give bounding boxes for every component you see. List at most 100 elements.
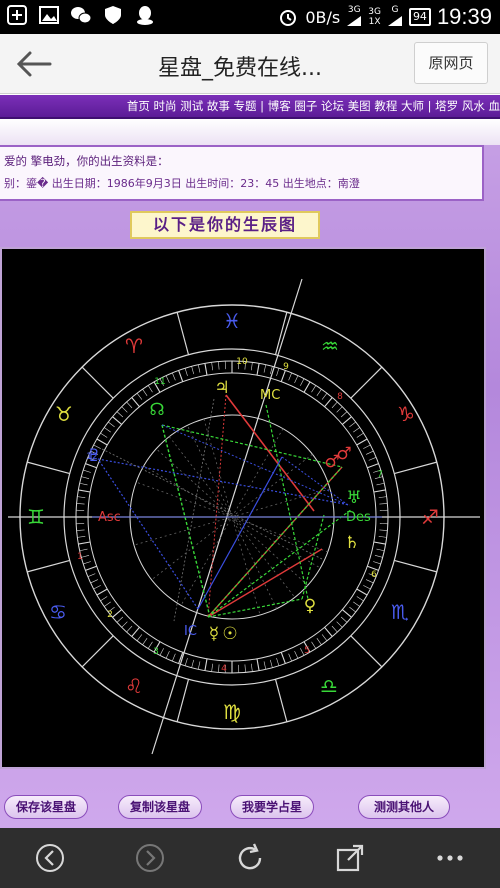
refresh-icon: [238, 843, 262, 870]
network-speed: 0B/s: [305, 7, 341, 27]
scorpio-icon: ♏: [391, 600, 409, 624]
share-icon: [336, 844, 364, 872]
degree-tick: [116, 616, 124, 623]
house-number: 9: [283, 362, 289, 372]
degree-tick: [378, 496, 387, 498]
natal-chart: ♓ ♒ ♑ ♐ ♏ ♎ ♍ ♌ ♋ ♊ ♉ ♈ 1 2 3 4 5 6 7 8 …: [0, 247, 486, 769]
site-nav-links[interactable]: 首页 时尚 测试 故事 专题 | 博客 圈子 论坛 美图 教程 大师 | 塔罗 …: [127, 98, 500, 114]
degree-tick: [356, 588, 368, 596]
web-content[interactable]: 首页 时尚 测试 故事 专题 | 博客 圈子 论坛 美图 教程 大师 | 塔罗 …: [0, 95, 500, 828]
degree-tick: [321, 393, 328, 400]
share-button[interactable]: [330, 840, 370, 876]
house-cusps: [8, 278, 480, 755]
degree-tick: [147, 385, 153, 393]
aspect-line: [207, 394, 227, 618]
natal-chart-wheel: ♓ ♒ ♑ ♐ ♏ ♎ ♍ ♌ ♋ ♊ ♉ ♈ 1 2 3 4 5 6 7 8 …: [8, 278, 480, 755]
degree-tick: [251, 362, 253, 371]
degree-tick: [112, 609, 123, 618]
more-button[interactable]: [430, 840, 470, 876]
venus-icon: ♀: [304, 596, 316, 616]
save-chart-button[interactable]: 保存该星盘: [4, 795, 88, 819]
site-nav: 首页 时尚 测试 故事 专题 | 博客 圈子 论坛 美图 教程 大师 | 塔罗 …: [0, 95, 500, 119]
pluto-icon: ♇: [86, 446, 101, 466]
qq-icon: [134, 4, 156, 26]
degree-tick: [366, 450, 374, 455]
house-number: 6: [371, 570, 377, 580]
mars-retro-icon: ♂: [324, 452, 339, 472]
degree-tick: [197, 661, 201, 670]
degree-tick: [311, 641, 317, 649]
sign-divider: [274, 679, 288, 722]
degree-tick: [324, 397, 333, 408]
nav-back-button[interactable]: [30, 840, 70, 876]
network-type-c: G: [387, 5, 403, 30]
nav-forward-button[interactable]: [130, 840, 170, 876]
add-notification-icon: [6, 4, 28, 26]
degree-tick: [172, 653, 176, 662]
alarm-icon: [277, 6, 299, 28]
degree-tick: [121, 621, 128, 628]
degree-tick: [79, 482, 88, 486]
degree-tick: [131, 397, 140, 408]
action-buttons: 保存该星盘 复制该星盘 我要学占星 测测其他人: [0, 795, 500, 821]
uranus-icon: ♅: [346, 488, 361, 508]
sign-divider: [394, 559, 437, 573]
degree-tick: [184, 368, 188, 376]
degree-tick: [172, 372, 176, 381]
original-page-button[interactable]: 原网页: [414, 42, 488, 84]
house-number: 4: [221, 664, 227, 674]
degree-tick: [159, 648, 164, 656]
aspect-line: [101, 448, 323, 560]
degree-tick: [356, 432, 364, 438]
network-type-b: 3G 1X: [368, 7, 381, 27]
degree-tick: [316, 638, 322, 645]
degree-tick: [142, 389, 148, 396]
degree-tick: [204, 363, 208, 376]
test-others-button[interactable]: 测测其他人: [358, 795, 450, 819]
degree-tick: [83, 469, 91, 473]
aquarius-icon: ♒: [321, 334, 339, 358]
degree-tick: [76, 529, 85, 531]
degree-tick: [90, 579, 98, 584]
degree-tick: [116, 411, 124, 418]
copy-chart-button[interactable]: 复制该星盘: [118, 795, 202, 819]
arrow-left-icon: [16, 51, 52, 77]
sign-divider: [176, 312, 190, 355]
sun-icon: ☉: [222, 624, 237, 644]
degree-tick: [263, 364, 267, 373]
back-button[interactable]: [14, 48, 54, 80]
aspect-line: [207, 508, 353, 618]
degree-tick: [96, 588, 108, 596]
degree-tick: [79, 548, 88, 552]
sign-divider: [176, 679, 190, 722]
degree-tick: [121, 406, 128, 413]
degree-tick: [211, 362, 213, 371]
sign-divider: [394, 461, 437, 475]
page-title: 星盘_免费在线...: [158, 56, 322, 81]
degree-tick: [104, 601, 111, 607]
degree-tick: [294, 651, 299, 659]
learn-astrology-button[interactable]: 我要学占星: [230, 795, 314, 819]
refresh-button[interactable]: [230, 840, 270, 876]
degree-tick: [126, 625, 133, 633]
degree-tick: [280, 652, 286, 664]
degree-tick: [353, 427, 360, 433]
degree-tick: [331, 625, 338, 633]
leo-icon: ♌: [125, 674, 143, 698]
degree-tick: [178, 370, 184, 382]
forward-icon: [136, 844, 164, 872]
degree-tick: [367, 463, 379, 469]
degree-tick: [100, 432, 108, 438]
house-number: 1: [77, 552, 83, 562]
degree-tick: [349, 421, 356, 428]
sagittarius-icon: ♐: [421, 505, 439, 529]
degree-tick: [218, 664, 220, 673]
degree-tick: [363, 444, 371, 449]
degree-tick: [331, 401, 338, 409]
jupiter-icon: ♃: [214, 378, 229, 398]
degree-tick: [341, 609, 352, 618]
degree-tick: [85, 565, 97, 571]
house-number: 3: [153, 647, 159, 657]
degree-tick: [288, 653, 292, 662]
degree-tick: [340, 411, 348, 418]
